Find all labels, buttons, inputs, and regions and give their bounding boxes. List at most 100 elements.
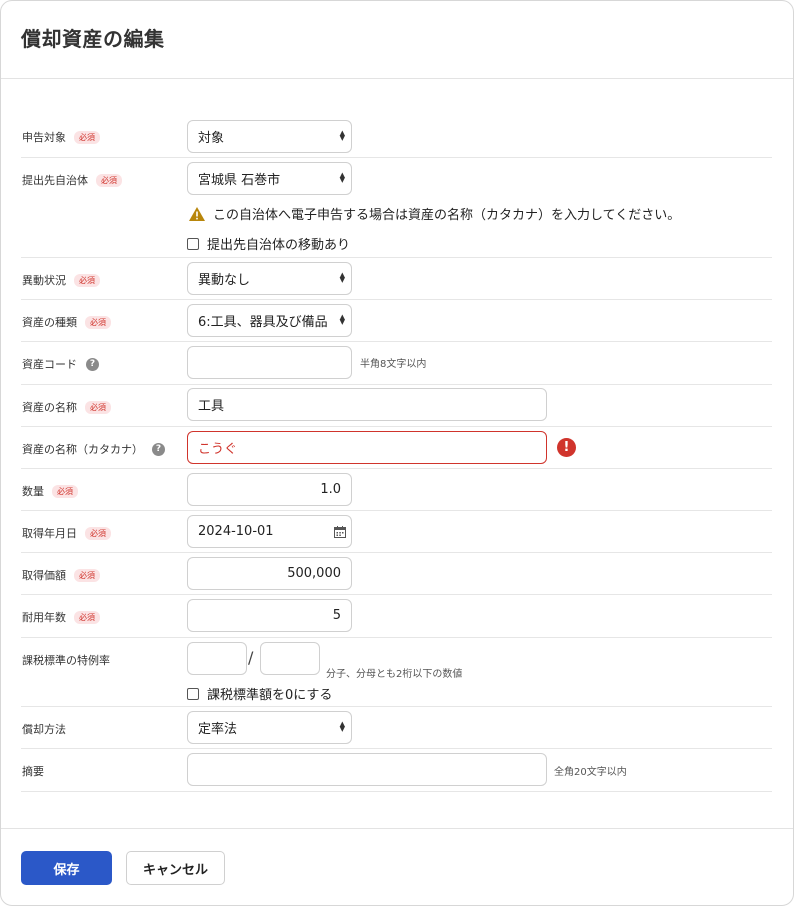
select-arrows-icon: ▲ ▼ [339, 313, 345, 326]
required-badge: 必須 [85, 400, 111, 414]
label-text: 課税標準の特例率 [22, 654, 110, 667]
row-acquisition-date: 取得年月日 必須 2024-10-01 [21, 511, 772, 553]
label-special-rate: 課税標準の特例率 [22, 652, 110, 668]
asset-name-kana-input[interactable]: こうぐ [187, 431, 547, 464]
input-value: 500,000 [287, 566, 341, 581]
select-value: 異動なし [198, 273, 251, 288]
label-text: 資産の名称（カタカナ） [22, 443, 143, 456]
select-value: 宮城県 石巻市 [198, 173, 281, 188]
save-button[interactable]: 保存 [21, 851, 112, 885]
label-asset-type: 資産の種類 必須 [22, 314, 111, 330]
asset-name-input[interactable]: 工具 [187, 388, 547, 421]
select-arrows-icon: ▲ ▼ [339, 720, 345, 733]
warning-triangle-icon [189, 206, 205, 221]
select-value: 6:工具、器具及び備品 [198, 315, 328, 330]
dialog-footer: 保存 キャンセル [1, 828, 793, 906]
label-change-status: 異動状況 必須 [22, 272, 100, 288]
municipality-select[interactable]: 宮城県 石巻市 ▲ ▼ [187, 162, 352, 195]
label-asset-name: 資産の名称 必須 [22, 399, 111, 415]
change-status-select[interactable]: 異動なし ▲ ▼ [187, 262, 352, 295]
select-arrows-icon: ▲ ▼ [339, 271, 345, 284]
edit-asset-dialog: 償却資産の編集 申告対象 必須 対象 ▲ ▼ 提出先自治体 必須 宮城県 石巻市 … [0, 0, 794, 906]
row-acquisition-price: 取得価額 必須 500,000 [21, 553, 772, 595]
label-text: 取得価額 [22, 569, 66, 582]
label-text: 資産の種類 [22, 316, 77, 329]
required-badge: 必須 [85, 526, 111, 540]
label-text: 申告対象 [22, 131, 66, 144]
label-quantity: 数量 必須 [22, 483, 78, 499]
quantity-input[interactable]: 1.0 [187, 473, 352, 506]
label-acquisition-date: 取得年月日 必須 [22, 525, 111, 541]
special-rate-denominator-input[interactable] [260, 642, 320, 675]
label-text: 異動状況 [22, 274, 66, 287]
error-icon: ! [557, 438, 576, 457]
row-asset-code: 資産コード ? 半角8文字以内 [21, 342, 772, 385]
row-declaration-target: 申告対象 必須 対象 ▲ ▼ [21, 115, 772, 158]
input-value: 1.0 [320, 482, 341, 497]
asset-type-select[interactable]: 6:工具、器具及び備品 ▲ ▼ [187, 304, 352, 337]
dialog-header: 償却資産の編集 [1, 1, 793, 79]
input-value: 2024-10-01 [198, 524, 274, 539]
summary-input[interactable] [187, 753, 547, 786]
select-arrows-icon: ▲ ▼ [339, 171, 345, 184]
label-text: 償却方法 [22, 723, 66, 736]
municipality-warning: この自治体へ電子申告する場合は資産の名称（カタカナ）を入力してください。 [188, 204, 680, 223]
row-quantity: 数量 必須 1.0 [21, 469, 772, 511]
row-submission-municipality: 提出先自治体 必須 宮城県 石巻市 ▲ ▼ この自治体へ電子申告する場合は資産の名… [21, 158, 772, 258]
asset-code-hint: 半角8文字以内 [360, 359, 427, 370]
label-text: 数量 [22, 485, 44, 498]
required-badge: 必須 [52, 484, 78, 498]
label-asset-code: 資産コード ? [22, 356, 99, 372]
municipality-move-checkbox-line: 提出先自治体の移動あり [187, 234, 350, 253]
input-value: 工具 [198, 399, 225, 414]
required-badge: 必須 [96, 173, 122, 187]
checkbox-label[interactable]: 課税標準額を0にする [207, 684, 332, 703]
calendar-icon[interactable] [334, 526, 346, 538]
label-text: 提出先自治体 [22, 174, 88, 187]
label-submission-municipality: 提出先自治体 必須 [22, 172, 122, 188]
label-text: 耐用年数 [22, 611, 66, 624]
declaration-target-select[interactable]: 対象 ▲ ▼ [187, 120, 352, 153]
checkbox-label[interactable]: 提出先自治体の移動あり [207, 234, 350, 253]
acquisition-price-input[interactable]: 500,000 [187, 557, 352, 590]
summary-hint: 全角20文字以内 [554, 767, 627, 778]
row-summary: 摘要 全角20文字以内 [21, 749, 772, 792]
depreciation-method-select[interactable]: 定率法 ▲ ▼ [187, 711, 352, 744]
useful-life-input[interactable]: 5 [187, 599, 352, 632]
row-asset-name: 資産の名称 必須 工具 [21, 385, 772, 427]
cancel-button[interactable]: キャンセル [126, 851, 225, 885]
special-rate-numerator-input[interactable] [187, 642, 247, 675]
row-depreciation-method: 償却方法 定率法 ▲ ▼ [21, 707, 772, 749]
label-useful-life: 耐用年数 必須 [22, 609, 100, 625]
help-icon[interactable]: ? [152, 442, 165, 456]
row-change-status: 異動状況 必須 異動なし ▲ ▼ [21, 258, 772, 300]
label-depreciation-method: 償却方法 [22, 721, 66, 737]
dialog-title: 償却資産の編集 [21, 27, 165, 51]
required-badge: 必須 [74, 273, 100, 287]
acquisition-date-input[interactable]: 2024-10-01 [187, 515, 352, 548]
label-summary: 摘要 [22, 763, 44, 779]
required-badge: 必須 [74, 610, 100, 624]
label-text: 資産コード [22, 358, 77, 371]
fraction-separator: / [248, 648, 254, 667]
select-arrows-icon: ▲ ▼ [339, 129, 345, 142]
select-value: 対象 [198, 131, 225, 146]
row-special-rate: 課税標準の特例率 / 分子、分母とも2桁以下の数値 課税標準額を0にする [21, 638, 772, 707]
label-text: 摘要 [22, 765, 44, 778]
label-text: 資産の名称 [22, 401, 77, 414]
select-value: 定率法 [198, 722, 238, 737]
zero-tax-base-checkbox[interactable] [187, 687, 199, 700]
label-declaration-target: 申告対象 必須 [22, 129, 100, 145]
label-asset-name-kana: 資産の名称（カタカナ） ? [22, 441, 165, 457]
warning-text: この自治体へ電子申告する場合は資産の名称（カタカナ）を入力してください。 [213, 208, 681, 223]
required-badge: 必須 [74, 130, 100, 144]
required-badge: 必須 [85, 315, 111, 329]
label-acquisition-price: 取得価額 必須 [22, 567, 100, 583]
help-icon[interactable]: ? [86, 357, 99, 371]
input-value: 5 [332, 608, 341, 623]
municipality-move-checkbox[interactable] [187, 237, 199, 250]
row-asset-type: 資産の種類 必須 6:工具、器具及び備品 ▲ ▼ [21, 300, 772, 342]
zero-tax-base-checkbox-line: 課税標準額を0にする [187, 684, 332, 703]
asset-code-input[interactable] [187, 346, 352, 379]
row-useful-life: 耐用年数 必須 5 [21, 595, 772, 638]
